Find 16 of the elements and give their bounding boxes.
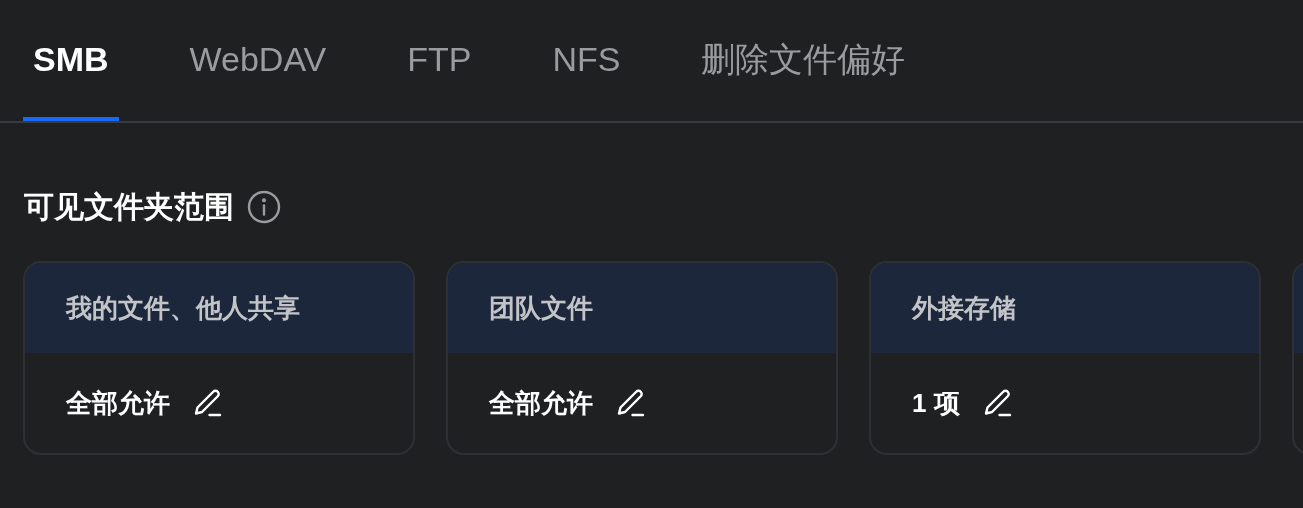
tab[interactable]: FTP <box>397 0 482 121</box>
tab[interactable]: NFS <box>542 0 631 121</box>
permission-value: 全部允许 <box>66 390 170 416</box>
folder-card[interactable]: 我的文件、他人共享 全部允许 <box>23 261 415 455</box>
permission-value: 1 项 <box>912 390 960 416</box>
tab[interactable]: WebDAV <box>179 0 337 121</box>
card-title: 团队文件 <box>489 295 593 321</box>
card-title: 外接存储 <box>912 295 1016 321</box>
folder-card[interactable]: 团队文件 全部允许 <box>446 261 838 455</box>
card-title: 我的文件、他人共享 <box>66 295 300 321</box>
permission-value: 全部允许 <box>489 390 593 416</box>
folder-card[interactable]: 外接存储 1 项 <box>869 261 1261 455</box>
tab[interactable]: 删除文件偏好 <box>691 0 916 121</box>
info-icon[interactable] <box>246 189 282 225</box>
section-title: 可见文件夹范围 <box>24 192 234 222</box>
tab[interactable]: SMB <box>23 0 119 121</box>
